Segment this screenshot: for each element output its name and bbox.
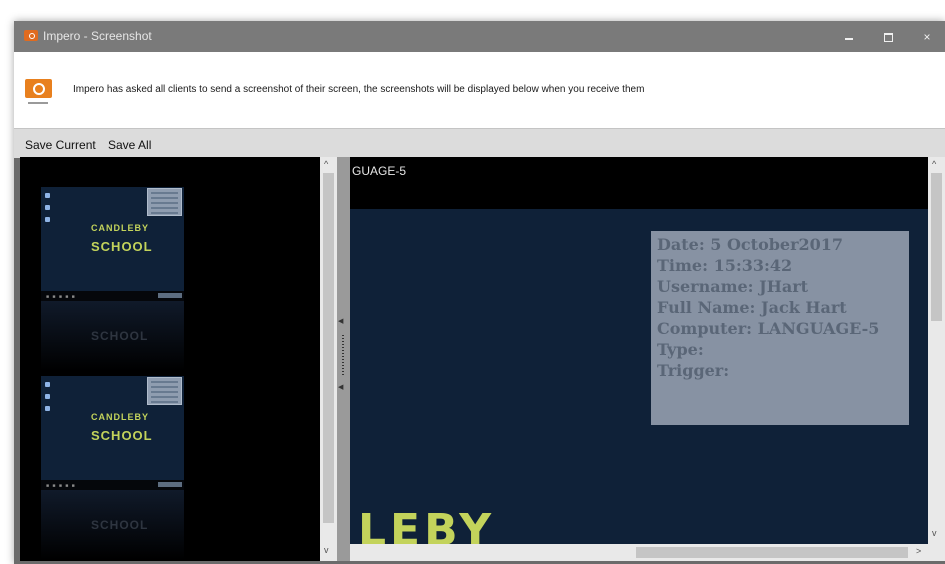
maximize-icon <box>883 33 893 42</box>
splitter-grip-icon[interactable] <box>342 335 344 375</box>
info-username: Username: JHart <box>657 277 809 296</box>
thumbnail-list[interactable]: CANDLEBY SCHOOL ■ ■ ■ ■ ■ SCHOOL CANDLEB… <box>20 157 320 561</box>
bginfo-panel: Date: 5 October2017 Time: 15:33:42 Usern… <box>651 231 909 425</box>
scroll-up-icon[interactable]: ^ <box>932 159 936 169</box>
info-panel <box>147 188 182 216</box>
close-button[interactable]: × <box>919 30 935 44</box>
info-panel <box>147 377 182 405</box>
preview-horizontal-scrollbar[interactable]: > <box>350 544 928 561</box>
thumbnail-reflection: SCHOOL <box>41 301 184 371</box>
desktop-icon <box>45 205 50 210</box>
info-time: Time: 15:33:42 <box>657 256 793 275</box>
screenshot-thumbnail[interactable]: CANDLEBY SCHOOL ■ ■ ■ ■ ■ <box>41 376 184 490</box>
desktop-icon <box>45 394 50 399</box>
scrollbar-thumb[interactable] <box>636 547 908 558</box>
info-bar: Impero has asked all clients to send a s… <box>14 52 945 128</box>
collapse-right-icon[interactable]: ◀ <box>338 383 343 391</box>
scrollbar-corner <box>928 544 945 561</box>
reflection-text: SCHOOL <box>91 329 149 343</box>
scrollbar-thumb[interactable] <box>931 173 942 321</box>
preview-vertical-scrollbar[interactable]: ^ v <box>928 157 945 544</box>
pane-splitter[interactable]: ◀ ◀ <box>337 157 350 561</box>
scroll-down-icon[interactable]: v <box>324 545 329 555</box>
minimize-button[interactable] <box>841 30 857 44</box>
maximize-button[interactable] <box>880 30 896 44</box>
school-logo-line1: CANDLEBY <box>91 223 150 233</box>
school-logo-line1: CANDLEBY <box>91 412 150 422</box>
reflection-text: SCHOOL <box>91 518 149 532</box>
scroll-right-icon[interactable]: > <box>916 546 921 556</box>
desktop-icon <box>45 382 50 387</box>
school-logo-fragment: LEBY <box>358 505 496 545</box>
title-bar[interactable]: Impero - Screenshot × <box>14 21 945 52</box>
info-trigger: Trigger: <box>657 361 730 380</box>
preview-computer-name: GUAGE-5 <box>352 164 407 178</box>
taskbar: ■ ■ ■ ■ ■ <box>41 291 184 301</box>
taskbar: ■ ■ ■ ■ ■ <box>41 480 184 490</box>
thumbnail-scrollbar[interactable]: ^ v <box>320 157 337 561</box>
scroll-down-icon[interactable]: v <box>932 528 937 538</box>
info-type: Type: <box>657 340 704 359</box>
desktop-icon <box>45 193 50 198</box>
desktop-icon <box>45 217 50 222</box>
window-title: Impero - Screenshot <box>43 29 152 43</box>
screenshot-window: Impero - Screenshot × Impero has asked a… <box>14 21 945 564</box>
school-logo-line2: SCHOOL <box>91 239 153 254</box>
desktop-icon <box>45 406 50 411</box>
scroll-up-icon[interactable]: ^ <box>324 159 328 169</box>
info-computer: Computer: LANGUAGE-5 <box>657 319 880 338</box>
scrollbar-thumb[interactable] <box>323 173 334 523</box>
info-full-name: Full Name: Jack Hart <box>657 298 847 317</box>
screenshot-thumbnail[interactable]: CANDLEBY SCHOOL ■ ■ ■ ■ ■ <box>41 187 184 301</box>
camera-icon <box>25 79 52 104</box>
collapse-left-icon[interactable]: ◀ <box>338 317 343 325</box>
minimize-icon <box>845 38 853 40</box>
thumbnail-reflection: SCHOOL <box>41 490 184 560</box>
preview-header: GUAGE-5 <box>350 157 928 209</box>
info-date: Date: 5 October2017 <box>657 235 844 254</box>
toolbar: Save Current Save All <box>14 128 945 158</box>
save-current-button[interactable]: Save Current <box>25 138 96 152</box>
screenshot-preview: GUAGE-5 Date: 5 October2017 Time: 15:33:… <box>350 157 928 544</box>
save-all-button[interactable]: Save All <box>108 138 151 152</box>
school-logo-line2: SCHOOL <box>91 428 153 443</box>
camera-icon <box>24 30 38 41</box>
info-message: Impero has asked all clients to send a s… <box>73 84 645 95</box>
